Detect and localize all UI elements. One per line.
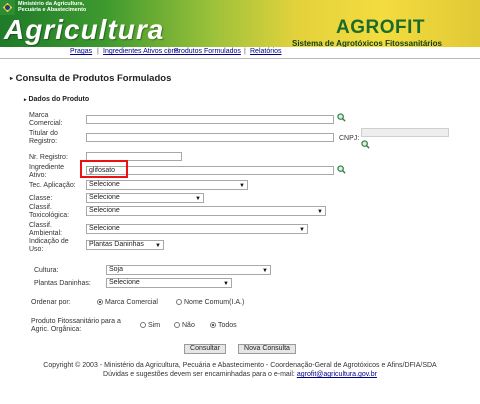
- nav-produtos-formulados[interactable]: Produtos Formulados: [174, 48, 241, 55]
- titular-input[interactable]: [86, 133, 334, 142]
- cnpj-label: CNPJ:: [339, 135, 360, 142]
- nav-separator: |: [168, 48, 170, 55]
- ordenar-marca-label: Marca Comercial: [105, 299, 158, 306]
- dropdown-arrow-icon: ▼: [317, 209, 323, 215]
- organica-sim-radio[interactable]: [140, 322, 146, 328]
- classe-label: Classe:: [29, 195, 53, 202]
- organica-todos-radio[interactable]: [210, 322, 216, 328]
- cultura-label: Cultura:: [34, 267, 59, 274]
- organica-sim-label: Sim: [148, 322, 161, 329]
- agrofit-logo: AGROFIT: [336, 17, 425, 38]
- dropdown-arrow-icon: ▼: [239, 183, 245, 189]
- dropdown-arrow-icon: ▼: [262, 268, 268, 274]
- header-banner: Ministério da Agricultura, Pecuária e Ab…: [0, 0, 480, 47]
- uso-select[interactable]: Plantas Daninhas ▼: [86, 240, 164, 250]
- magnifier-icon[interactable]: [361, 140, 370, 149]
- highlight-box: [80, 160, 128, 178]
- main-nav: Pragas | Ingredientes Ativos cons | Prod…: [0, 47, 480, 59]
- toxicologica-select[interactable]: Selecione ▼: [86, 206, 326, 216]
- plantas-daninhas-label: Plantas Daninhas:: [34, 280, 91, 287]
- marca-comercial-input[interactable]: [86, 115, 334, 124]
- nav-separator: |: [97, 48, 99, 55]
- titular-label: Titular do Registro:: [29, 130, 58, 145]
- page-title: ▸ Consulta de Produtos Formulados: [10, 73, 172, 84]
- page-title-text: Consulta de Produtos Formulados: [15, 73, 172, 84]
- ingrediente-label: Ingrediente Ativo:: [29, 164, 65, 179]
- classe-select[interactable]: Selecione ▼: [86, 193, 204, 203]
- ordenar-por-label: Ordenar por:: [31, 299, 71, 306]
- toxicologica-label: Classif. Toxicológica:: [29, 204, 70, 219]
- nav-separator: |: [244, 48, 246, 55]
- ordenar-nome-label: Nome Comum(I.A.): [184, 299, 245, 306]
- ambiental-label: Classif. Ambiental:: [29, 222, 63, 237]
- magnifier-icon[interactable]: [337, 165, 346, 174]
- ordenar-nome-radio[interactable]: [176, 299, 182, 305]
- dropdown-arrow-icon: ▼: [223, 281, 229, 287]
- system-subtitle: Sistema de Agrotóxicos Fitossanitários: [292, 39, 442, 47]
- nr-registro-label: Nr. Registro:: [29, 154, 68, 161]
- footer-contact-text: Dúvidas e sugestões devem ser encaminhad…: [103, 371, 297, 378]
- dropdown-arrow-icon: ▼: [195, 196, 201, 202]
- cultura-select[interactable]: Soja ▼: [106, 265, 271, 275]
- brazil-flag-icon: [0, 0, 15, 15]
- marca-comercial-label: Marca Comercial:: [29, 112, 63, 127]
- organica-nao-radio[interactable]: [174, 322, 180, 328]
- tec-aplicacao-label: Tec. Aplicação:: [29, 182, 76, 189]
- dropdown-arrow-icon: ▼: [155, 243, 161, 249]
- ministry-name: Ministério da Agricultura, Pecuária e Ab…: [18, 1, 86, 13]
- nova-consulta-button[interactable]: Nova Consulta: [238, 344, 296, 354]
- ministry-line-2: Pecuária e Abastecimento: [18, 7, 87, 13]
- organica-todos-label: Todos: [218, 322, 237, 329]
- plantas-daninhas-select[interactable]: Selecione ▼: [106, 278, 232, 288]
- tec-aplicacao-select[interactable]: Selecione ▼: [86, 180, 248, 190]
- cnpj-input[interactable]: [361, 128, 449, 137]
- footer-copyright: Copyright © 2003 - Ministério da Agricul…: [43, 362, 437, 369]
- magnifier-icon[interactable]: [337, 113, 346, 122]
- ambiental-select[interactable]: Selecione ▼: [86, 224, 308, 234]
- nav-relatorios[interactable]: Relatórios: [250, 48, 282, 55]
- footer-contact: Dúvidas e sugestões devem ser encaminhad…: [0, 371, 480, 378]
- site-title: Agricultura: [4, 14, 165, 45]
- nav-pragas[interactable]: Pragas: [70, 48, 92, 55]
- footer-email-link[interactable]: agrofit@agricultura.gov.br: [297, 371, 377, 378]
- consultar-button[interactable]: Consultar: [184, 344, 226, 354]
- section-title-text: Dados do Produto: [28, 96, 90, 103]
- organica-label: Produto Fitossanitário para a Agric. Orgâ…: [31, 318, 121, 333]
- dropdown-arrow-icon: ▼: [299, 227, 305, 233]
- organica-nao-label: Não: [182, 322, 195, 329]
- ordenar-marca-radio[interactable]: [97, 299, 103, 305]
- uso-label: Indicação de Uso:: [29, 238, 69, 253]
- section-title: ▸ Dados do Produto: [24, 96, 90, 103]
